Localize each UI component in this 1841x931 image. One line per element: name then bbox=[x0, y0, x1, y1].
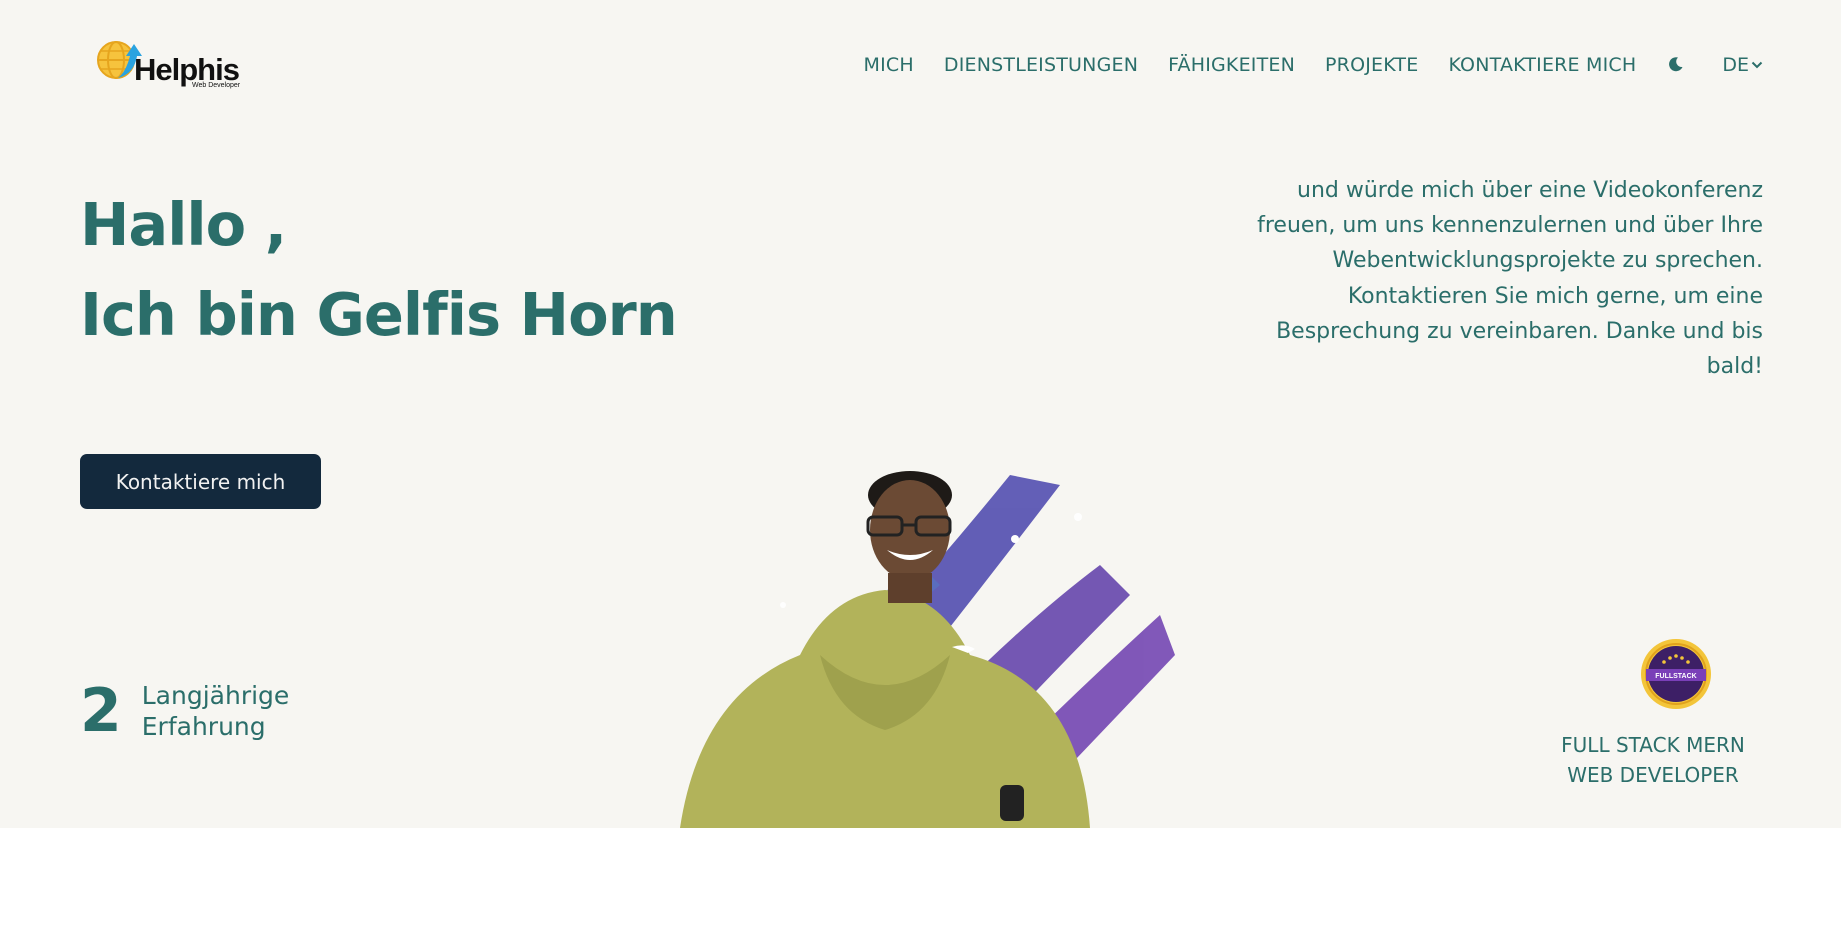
experience-label-line-2: Erfahrung bbox=[141, 712, 266, 741]
nav-link-dienstleistungen[interactable]: DIENSTLEISTUNGEN bbox=[944, 54, 1138, 76]
language-label: DE bbox=[1722, 54, 1749, 76]
nav-link-kontakt[interactable]: KONTAKTIERE MICH bbox=[1448, 54, 1636, 76]
experience-label-line-1: Langjährige bbox=[141, 681, 290, 710]
brand-logo[interactable]: Helphis Web Developer bbox=[96, 38, 256, 92]
greeting-line-2: Ich bin Gelfis Horn bbox=[80, 280, 678, 349]
main-nav: MICH DIENSTLEISTUNGEN FÄHIGKEITEN PROJEK… bbox=[864, 54, 1763, 76]
experience-label: Langjährige Erfahrung bbox=[142, 680, 290, 742]
portrait-image bbox=[680, 471, 1175, 828]
greeting-line-1: Hallo , bbox=[80, 190, 287, 259]
role-line-1: FULL STACK MERN bbox=[1561, 733, 1745, 757]
role-title: FULL STACK MERN WEB DEVELOPER bbox=[1543, 730, 1763, 790]
badge-label: FULLSTACK bbox=[1655, 673, 1696, 680]
hero-heading: Hallo , Ich bin Gelfis Horn bbox=[80, 180, 678, 360]
hero-section: Helphis Web Developer MICH DIENSTLEISTUN… bbox=[0, 0, 1841, 828]
experience-number: 2 bbox=[80, 676, 122, 746]
language-selector[interactable]: DE bbox=[1722, 54, 1763, 76]
brand-tagline: Web Developer bbox=[192, 82, 241, 89]
nav-link-faehigkeiten[interactable]: FÄHIGKEITEN bbox=[1168, 54, 1295, 76]
chevron-down-icon bbox=[1751, 61, 1763, 69]
role-line-2: WEB DEVELOPER bbox=[1567, 763, 1739, 787]
nav-link-mich[interactable]: MICH bbox=[864, 54, 914, 76]
moon-icon[interactable] bbox=[1668, 56, 1686, 74]
experience-stat: 2 Langjährige Erfahrung bbox=[80, 680, 289, 742]
contact-button[interactable]: Kontaktiere mich bbox=[80, 454, 321, 509]
intro-text: und würde mich über eine Videokonferenz … bbox=[1257, 178, 1763, 380]
nav-link-projekte[interactable]: PROJEKTE bbox=[1325, 54, 1418, 76]
fullstack-certificate-badge: FULLSTACK bbox=[1641, 639, 1711, 709]
